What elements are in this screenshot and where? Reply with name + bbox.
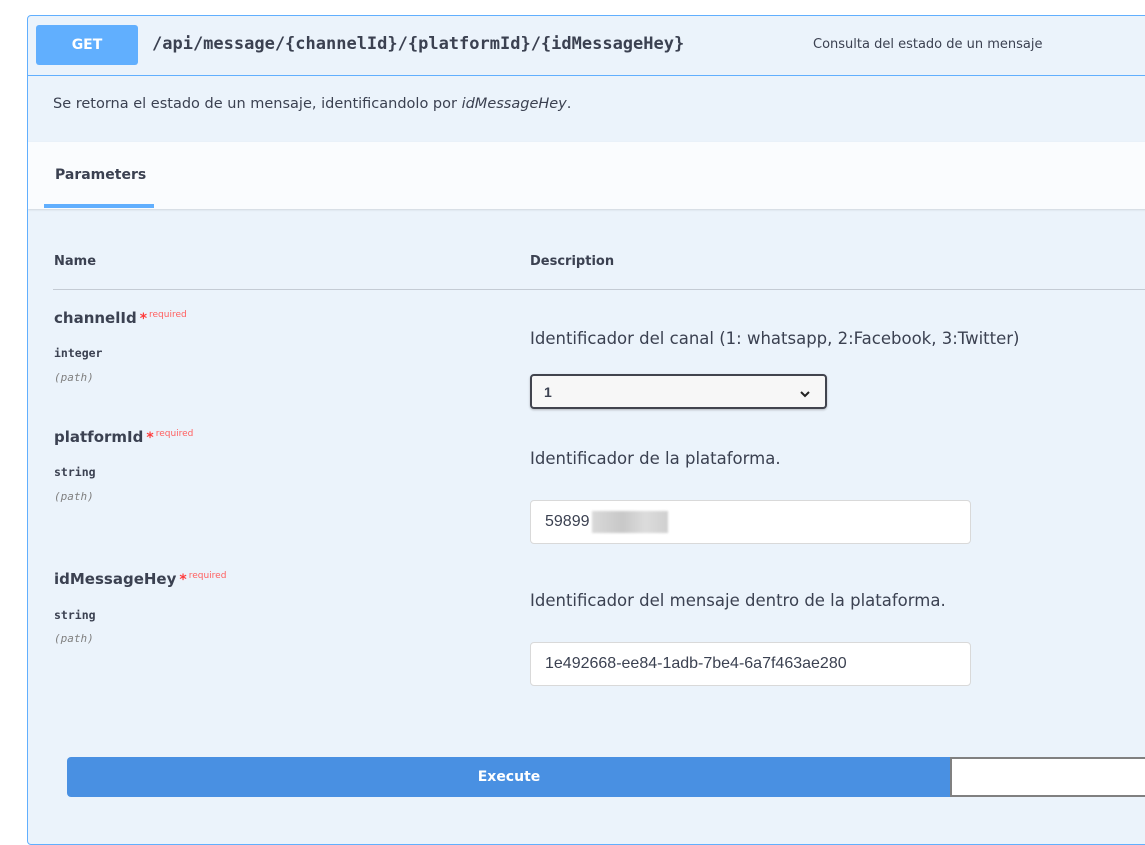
param-location: (path) — [54, 490, 94, 503]
platformid-input[interactable]: 59899 — [530, 500, 971, 544]
param-name-idmessagehey: idMessageHey * required — [54, 570, 226, 588]
clear-button[interactable] — [950, 757, 1145, 797]
required-label: required — [149, 310, 187, 320]
param-label: channelId — [54, 309, 137, 327]
param-description-channelid: Identificador del canal (1: whatsapp, 2:… — [530, 329, 1020, 348]
description-end: . — [566, 96, 572, 112]
operation-block: GET /api/message/{channelId}/{platformId… — [27, 15, 1145, 845]
param-description-platformid: Identificador de la plataforma. — [530, 449, 781, 468]
param-label: platformId — [54, 428, 144, 446]
param-location: (path) — [54, 371, 94, 384]
param-type: integer — [54, 346, 103, 360]
tab-parameters[interactable]: Parameters — [55, 167, 146, 183]
chevron-down-icon — [799, 386, 811, 402]
redacted-block — [591, 511, 668, 533]
column-header-name: Name — [54, 254, 97, 269]
execute-button[interactable]: Execute — [67, 757, 951, 797]
select-value: 1 — [544, 383, 552, 400]
http-method-badge: GET — [36, 25, 138, 65]
param-name-platformid: platformId * required — [54, 428, 193, 446]
idmessagehey-input[interactable]: 1e492668-ee84-1adb-7be4-6a7f463ae280 — [530, 642, 971, 686]
endpoint-path: /api/message/{channelId}/{platformId}/{i… — [152, 34, 685, 54]
active-tab-indicator — [44, 204, 154, 208]
operation-summary-text: Consulta del estado de un mensaje — [813, 37, 1043, 52]
param-label: idMessageHey — [54, 570, 177, 588]
header-divider — [53, 289, 1145, 290]
param-name-channelid: channelId * required — [54, 309, 187, 327]
param-type: string — [54, 608, 96, 622]
description-emphasis: idMessageHey — [461, 96, 567, 112]
input-value: 1e492668-ee84-1adb-7be4-6a7f463ae280 — [545, 655, 847, 672]
required-star: * — [146, 430, 154, 446]
required-star: * — [139, 311, 148, 327]
required-star: * — [179, 572, 187, 588]
param-type: string — [54, 465, 96, 479]
description-text: Se retorna el estado de un mensaje, iden… — [53, 96, 462, 112]
param-description-idmessagehey: Identificador del mensaje dentro de la p… — [530, 591, 946, 610]
channelid-select[interactable]: 1 — [530, 374, 827, 409]
input-value: 59899 — [545, 513, 590, 530]
required-label: required — [188, 571, 227, 581]
required-label: required — [155, 429, 194, 439]
operation-description: Se retorna el estado de un mensaje, iden… — [53, 96, 571, 112]
column-header-description: Description — [530, 254, 615, 269]
operation-summary[interactable]: GET /api/message/{channelId}/{platformId… — [28, 16, 1145, 76]
param-location: (path) — [54, 632, 94, 645]
parameters-tab-header: Parameters — [28, 142, 1145, 209]
